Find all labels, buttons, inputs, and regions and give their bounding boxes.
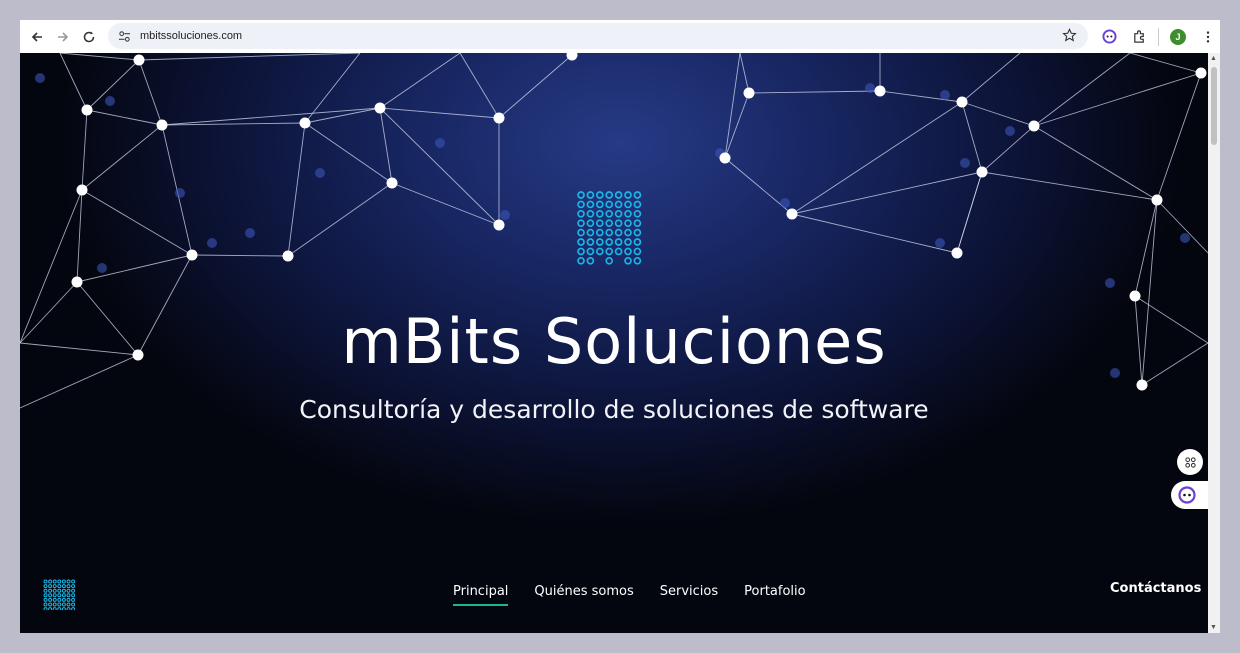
address-bar[interactable]: mbitssoluciones.com (108, 23, 1088, 49)
toolbar-right-group: J (1098, 20, 1219, 53)
scroll-down-icon[interactable]: ▼ (1210, 624, 1217, 631)
avatar[interactable]: J (1170, 28, 1186, 45)
nav-item-portafolio[interactable]: Portafolio (744, 584, 805, 606)
page-viewport: mBits Soluciones Consultoría y desarroll… (20, 53, 1208, 633)
nav-item-servicios[interactable]: Servicios (660, 584, 718, 606)
browser-window: mbitssoluciones.com J mBits Soluciones C… (20, 20, 1220, 633)
extension-assistant-icon[interactable] (1098, 26, 1120, 48)
profile-button[interactable]: J (1167, 26, 1189, 48)
apps-grid-icon[interactable] (1177, 449, 1203, 475)
bookmark-star-icon[interactable] (1062, 28, 1078, 44)
assistant-face-icon[interactable] (1171, 481, 1208, 509)
extensions-puzzle-icon[interactable] (1128, 26, 1150, 48)
page-scrollbar[interactable]: ▲ ▼ (1208, 53, 1220, 633)
scroll-up-icon[interactable]: ▲ (1210, 55, 1217, 62)
nav-item-principal[interactable]: Principal (453, 584, 509, 606)
site-settings-icon[interactable] (118, 29, 132, 43)
forward-icon[interactable] (50, 24, 76, 50)
contact-link[interactable]: Contáctanos (1110, 581, 1201, 596)
mbits-logo-icon (577, 191, 642, 265)
header-logo-icon[interactable] (42, 578, 78, 610)
browser-toolbar: mbitssoluciones.com J (20, 20, 1220, 53)
back-icon[interactable] (24, 24, 50, 50)
scrollbar-thumb[interactable] (1211, 67, 1217, 145)
hero-title: mBits Soluciones (341, 305, 887, 378)
url-text[interactable]: mbitssoluciones.com (140, 30, 242, 42)
hero-subtitle: Consultoría y desarrollo de soluciones d… (299, 395, 929, 424)
toolbar-separator (1158, 27, 1159, 46)
menu-dots-icon[interactable] (1197, 26, 1219, 48)
main-navigation: Principal Quiénes somos Servicios Portaf… (453, 584, 806, 606)
nav-item-quienes-somos[interactable]: Quiénes somos (534, 584, 633, 606)
reload-icon[interactable] (76, 24, 102, 50)
